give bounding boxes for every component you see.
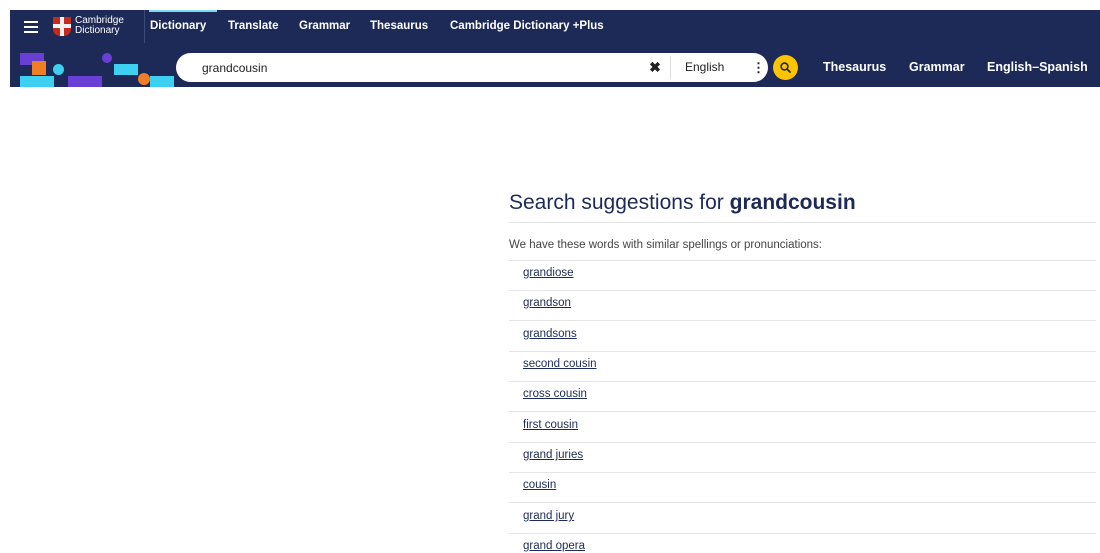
divider	[670, 56, 671, 79]
decorative-shape	[20, 76, 54, 87]
link-english-spanish[interactable]: English–Spanish	[987, 56, 1088, 78]
shield-icon	[53, 17, 71, 36]
search-icon	[780, 62, 791, 73]
more-options-icon[interactable]: ⋮	[752, 59, 765, 76]
divider	[509, 472, 1096, 473]
logo-text: Cambridge Dictionary	[75, 15, 124, 36]
suggestion-link[interactable]: grandiose	[523, 267, 574, 279]
search-box: ✖ English ⋮	[176, 53, 768, 82]
nav-translate[interactable]: Translate	[228, 10, 279, 43]
suggestion-link[interactable]: grand jury	[523, 510, 574, 522]
link-grammar[interactable]: Grammar	[909, 56, 965, 78]
intro-text: We have these words with similar spellin…	[509, 239, 822, 251]
divider	[509, 290, 1096, 291]
top-nav-bar: Cambridge Dictionary Dictionary Translat…	[10, 10, 1100, 43]
divider	[509, 222, 1096, 223]
decorative-shape	[114, 64, 138, 75]
suggestion-link[interactable]: first cousin	[523, 419, 578, 431]
language-select[interactable]: English	[685, 59, 724, 76]
search-button[interactable]	[773, 55, 798, 80]
divider	[509, 260, 1096, 261]
heading-term: grandcousin	[729, 191, 856, 214]
search-input[interactable]	[202, 59, 632, 76]
clear-icon[interactable]: ✖	[648, 59, 662, 76]
divider	[509, 381, 1096, 382]
heading-prefix: Search suggestions for	[509, 191, 724, 214]
decorative-shape	[138, 73, 150, 85]
suggestion-link[interactable]: cross cousin	[523, 388, 587, 400]
divider	[509, 411, 1096, 412]
decorative-shape	[53, 64, 64, 75]
divider	[509, 533, 1096, 534]
suggestion-link[interactable]: cousin	[523, 479, 556, 491]
decorative-shape	[32, 61, 46, 75]
divider	[509, 502, 1096, 503]
decorative-shape	[102, 53, 112, 63]
suggestion-link[interactable]: grandsons	[523, 328, 577, 340]
suggestion-link[interactable]: grand juries	[523, 449, 583, 461]
divider	[509, 320, 1096, 321]
nav-dictionary[interactable]: Dictionary	[150, 10, 206, 43]
divider	[509, 351, 1096, 352]
search-bar-row: ✖ English ⋮ Thesaurus Grammar English–Sp…	[10, 43, 1100, 87]
nav-grammar[interactable]: Grammar	[299, 10, 350, 43]
page-title: Search suggestions for grandcousin	[509, 191, 856, 215]
nav-thesaurus[interactable]: Thesaurus	[370, 10, 428, 43]
divider	[509, 442, 1096, 443]
nav-divider	[144, 10, 145, 43]
link-thesaurus[interactable]: Thesaurus	[823, 56, 886, 78]
decorative-shape	[150, 76, 174, 87]
decorative-shape	[68, 76, 102, 87]
suggestion-link[interactable]: second cousin	[523, 358, 597, 370]
nav-dictionary-plus[interactable]: Cambridge Dictionary +Plus	[450, 10, 604, 43]
suggestion-link[interactable]: grandson	[523, 297, 571, 309]
suggestion-link[interactable]: grand opera	[523, 540, 585, 552]
menu-icon[interactable]	[24, 21, 38, 33]
